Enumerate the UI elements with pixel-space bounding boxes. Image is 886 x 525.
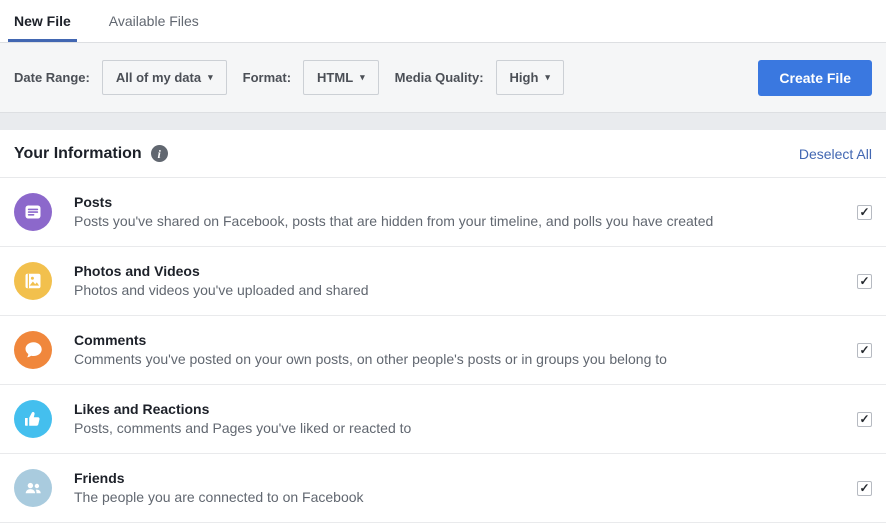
caret-down-icon: ▾ xyxy=(360,72,365,82)
file-options-toolbar: Date Range: All of my data ▾ Format: HTM… xyxy=(0,43,886,113)
photos-icon xyxy=(14,262,52,300)
deselect-all-link[interactable]: Deselect All xyxy=(799,146,872,162)
photos-checkbox[interactable]: ✓ xyxy=(857,273,872,289)
tab-new-file[interactable]: New File xyxy=(8,2,77,42)
create-file-button[interactable]: Create File xyxy=(758,59,872,96)
posts-text: Posts Posts you've shared on Facebook, p… xyxy=(74,193,857,231)
tab-bar: New File Available Files xyxy=(0,0,886,43)
item-title: Comments xyxy=(74,332,147,348)
tab-available-files[interactable]: Available Files xyxy=(103,2,205,42)
comments-checkbox[interactable]: ✓ xyxy=(857,342,872,358)
item-description: The people you are connected to on Faceb… xyxy=(74,489,364,505)
your-information-header: Your Information i Deselect All xyxy=(0,130,886,178)
item-description: Comments you've posted on your own posts… xyxy=(74,351,667,367)
likes-text: Likes and Reactions Posts, comments and … xyxy=(74,400,857,438)
page-gap xyxy=(0,113,886,130)
format-dropdown[interactable]: HTML ▾ xyxy=(303,60,379,95)
caret-down-icon: ▾ xyxy=(545,72,550,82)
item-title: Friends xyxy=(74,470,125,486)
tab-available-files-label: Available Files xyxy=(108,12,199,29)
item-description: Posts, comments and Pages you've liked o… xyxy=(74,420,412,436)
tab-new-file-label: New File xyxy=(14,12,71,29)
media-quality-value: High xyxy=(509,70,539,85)
item-row-friends: Friends The people you are connected to … xyxy=(0,454,886,523)
likes-icon xyxy=(14,400,52,438)
date-range-value: All of my data xyxy=(115,70,202,85)
date-range-label: Date Range: xyxy=(14,70,90,85)
friends-icon xyxy=(14,469,52,507)
posts-checkbox[interactable]: ✓ xyxy=(857,204,872,220)
format-value: HTML xyxy=(317,70,354,85)
item-title: Photos and Videos xyxy=(74,263,200,279)
format-label: Format: xyxy=(242,70,292,85)
item-description: Posts you've shared on Facebook, posts t… xyxy=(74,213,714,229)
item-row-posts: Posts Posts you've shared on Facebook, p… xyxy=(0,178,886,247)
likes-checkbox[interactable]: ✓ xyxy=(857,411,872,427)
posts-icon xyxy=(14,193,52,231)
section-title: Your Information xyxy=(14,144,142,162)
item-row-photos-and-videos: Photos and Videos Photos and videos you'… xyxy=(0,247,886,316)
friends-checkbox[interactable]: ✓ xyxy=(857,480,872,496)
item-row-comments: Comments Comments you've posted on your … xyxy=(0,316,886,385)
media-quality-label: Media Quality: xyxy=(394,70,484,85)
item-description: Photos and videos you've uploaded and sh… xyxy=(74,282,369,298)
date-range-dropdown[interactable]: All of my data ▾ xyxy=(101,60,227,95)
comments-text: Comments Comments you've posted on your … xyxy=(74,331,857,369)
friends-text: Friends The people you are connected to … xyxy=(74,469,857,507)
photos-text: Photos and Videos Photos and videos you'… xyxy=(74,262,857,300)
media-quality-dropdown[interactable]: High ▾ xyxy=(495,60,564,95)
info-icon[interactable]: i xyxy=(150,145,168,162)
caret-down-icon: ▾ xyxy=(208,72,213,82)
comments-icon xyxy=(14,331,52,369)
item-title: Posts xyxy=(74,194,113,210)
item-row-likes-and-reactions: Likes and Reactions Posts, comments and … xyxy=(0,385,886,454)
item-title: Likes and Reactions xyxy=(74,401,210,417)
